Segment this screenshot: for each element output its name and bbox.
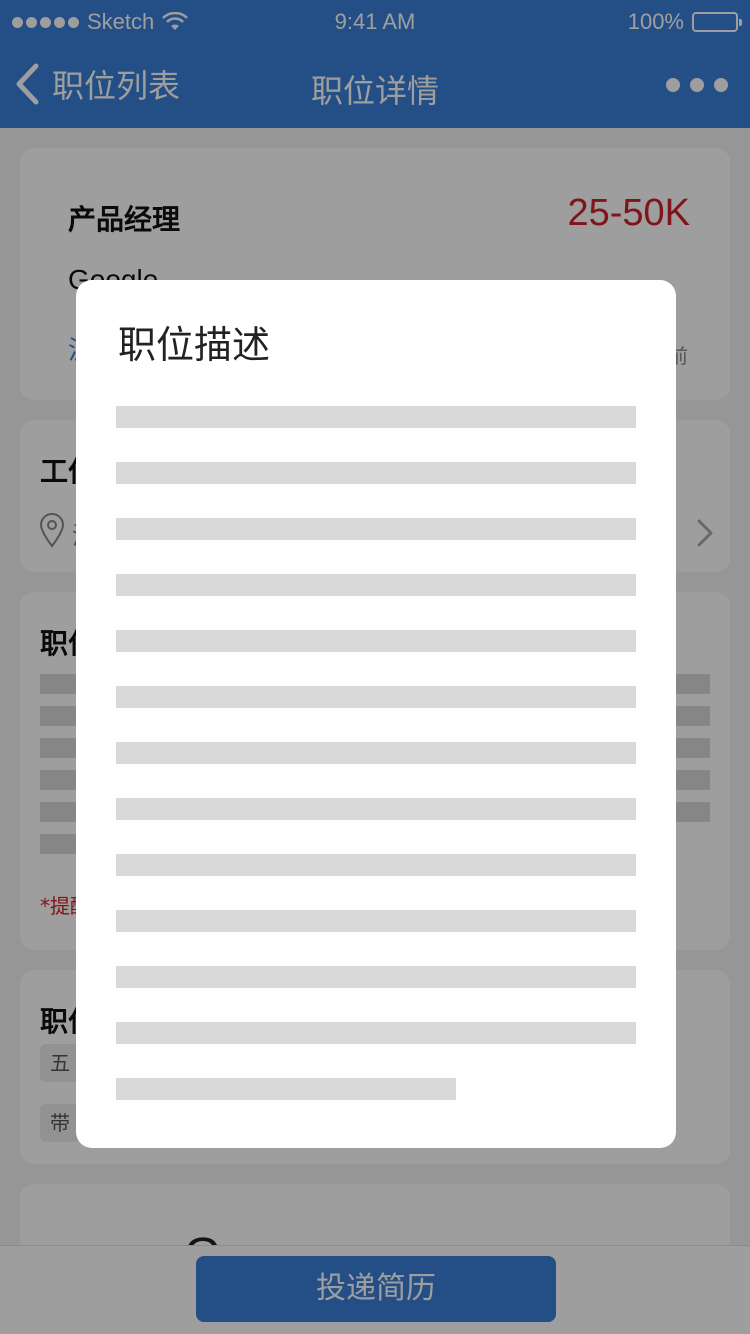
- text-placeholder: [116, 798, 636, 820]
- text-placeholder: [116, 1078, 456, 1100]
- text-placeholder: [116, 574, 636, 596]
- text-placeholder: [116, 966, 636, 988]
- text-placeholder: [116, 742, 636, 764]
- description-modal: 职位描述: [76, 280, 676, 1148]
- modal-title: 职位描述: [118, 323, 271, 367]
- text-placeholder: [116, 518, 636, 540]
- text-placeholder: [116, 1022, 636, 1044]
- text-placeholder: [116, 462, 636, 484]
- text-placeholder: [116, 854, 636, 876]
- text-placeholder: [116, 686, 636, 708]
- text-placeholder: [116, 406, 636, 428]
- text-placeholder: [116, 630, 636, 652]
- text-placeholder: [116, 910, 636, 932]
